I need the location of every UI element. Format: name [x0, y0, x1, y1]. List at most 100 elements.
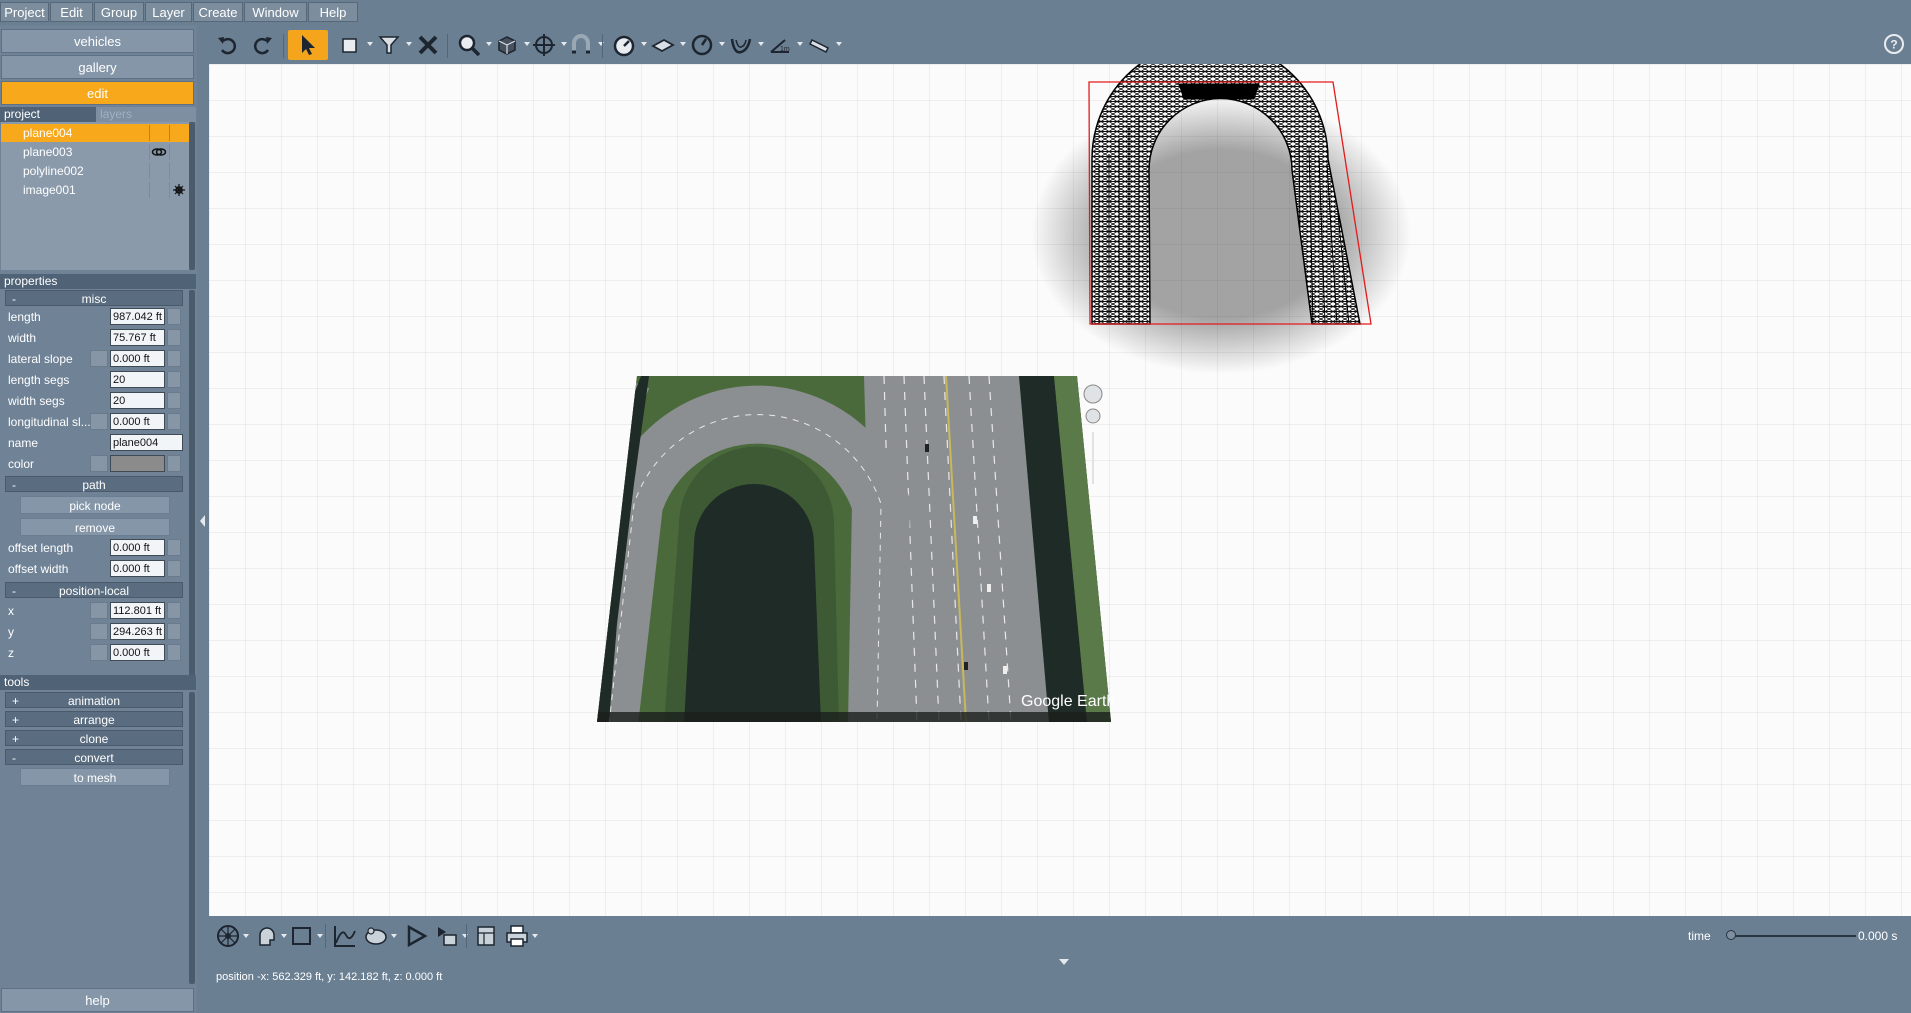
vehicles-button[interactable]: vehicles	[1, 29, 194, 53]
position-local-section[interactable]: - position-local	[5, 582, 183, 598]
measure-button[interactable]	[609, 30, 647, 60]
delete-button[interactable]	[413, 30, 443, 60]
width-spinner[interactable]	[167, 329, 181, 346]
longitudinal-slope-toggle[interactable]	[90, 413, 108, 430]
tools-scrollbar[interactable]	[189, 692, 195, 984]
main-toolbar: 1m	[207, 26, 1911, 64]
3d-viewport[interactable]: Google Earth	[209, 64, 1911, 916]
select-tool-button[interactable]	[288, 30, 328, 60]
render-mode-button[interactable]	[213, 922, 249, 950]
animation-section[interactable]: + animation	[5, 692, 183, 708]
offset-length-spinner[interactable]	[167, 539, 181, 556]
menu-help[interactable]: Help	[308, 2, 358, 22]
y-field[interactable]: 294.263 ft	[110, 623, 165, 640]
x-field[interactable]: 112.801 ft	[110, 602, 165, 619]
lateral-slope-field[interactable]: 0.000 ft	[110, 350, 165, 367]
x-label: x	[8, 604, 14, 618]
offset-width-field[interactable]: 0.000 ft	[110, 560, 165, 577]
length-segs-field[interactable]: 20	[110, 371, 165, 388]
rectangle-select-button[interactable]	[335, 30, 373, 60]
lateral-slope-spinner[interactable]	[167, 350, 181, 367]
layout-button[interactable]	[471, 922, 501, 950]
tab-project[interactable]: project	[0, 107, 96, 122]
move-button[interactable]	[529, 30, 567, 60]
to-mesh-button[interactable]: to mesh	[20, 768, 170, 786]
color-toggle[interactable]	[90, 455, 108, 472]
tree-item-image001[interactable]: image001	[1, 181, 189, 199]
view-frame-button[interactable]	[287, 922, 323, 950]
pick-node-button[interactable]: pick node	[20, 496, 170, 514]
clone-section[interactable]: + clone	[5, 730, 183, 746]
status-toggle-icon[interactable]	[1057, 957, 1071, 967]
menu-group[interactable]: Group	[94, 2, 144, 22]
z-spinner[interactable]	[167, 644, 181, 661]
x-toggle[interactable]	[90, 602, 108, 619]
offset-length-field[interactable]: 0.000 ft	[110, 539, 165, 556]
length-segs-spinner[interactable]	[167, 371, 181, 388]
gallery-button[interactable]: gallery	[1, 55, 194, 79]
gear-icon[interactable]	[170, 182, 188, 198]
y-toggle[interactable]	[90, 623, 108, 640]
tree-item-plane003[interactable]: plane003	[1, 143, 189, 161]
properties-scrollbar[interactable]	[189, 290, 195, 690]
width-label: width	[8, 331, 37, 345]
play-button[interactable]	[401, 922, 431, 950]
time-slider-knob[interactable]	[1726, 930, 1736, 940]
path-section[interactable]: - path	[5, 476, 183, 492]
help-button[interactable]: help	[1, 988, 194, 1012]
image001-aerial[interactable]: Google Earth	[589, 374, 1119, 724]
plane-tool-button[interactable]	[648, 30, 686, 60]
print-button[interactable]	[502, 922, 538, 950]
longitudinal-slope-field[interactable]: 0.000 ft	[110, 413, 165, 430]
chain-icon[interactable]	[150, 144, 168, 160]
offset-width-spinner[interactable]	[167, 560, 181, 577]
dial-tool-button[interactable]	[687, 30, 725, 60]
redo-button[interactable]	[247, 30, 277, 60]
remove-button[interactable]: remove	[20, 518, 170, 536]
collapse-panel-arrow-icon[interactable]	[199, 508, 207, 534]
arrange-section[interactable]: + arrange	[5, 711, 183, 727]
tree-item-polyline002[interactable]: polyline002	[1, 162, 189, 180]
graph-button[interactable]	[330, 922, 360, 950]
camera-button[interactable]	[361, 922, 397, 950]
help-icon[interactable]: ?	[1883, 33, 1905, 55]
tree-item-plane004[interactable]: plane004	[1, 124, 189, 142]
menu-edit[interactable]: Edit	[50, 2, 93, 22]
menu-create[interactable]: Create	[193, 2, 243, 22]
name-field[interactable]: plane004	[110, 434, 183, 451]
ruler-tool-button[interactable]	[804, 30, 842, 60]
tree-item-label: image001	[23, 183, 76, 197]
width-segs-field[interactable]: 20	[110, 392, 165, 409]
length-spinner[interactable]	[167, 308, 181, 325]
curve-tool-button[interactable]	[726, 30, 764, 60]
y-spinner[interactable]	[167, 623, 181, 640]
driver-view-button[interactable]	[251, 922, 287, 950]
menu-project[interactable]: Project	[0, 2, 49, 22]
length-field[interactable]: 987.042 ft	[110, 308, 165, 325]
longitudinal-slope-spinner[interactable]	[167, 413, 181, 430]
filter-button[interactable]	[374, 30, 412, 60]
tab-layers[interactable]: layers	[96, 107, 196, 122]
snap-button[interactable]	[566, 30, 604, 60]
convert-section[interactable]: - convert	[5, 749, 183, 765]
x-spinner[interactable]	[167, 602, 181, 619]
zoom-button[interactable]	[454, 30, 492, 60]
lateral-slope-toggle[interactable]	[90, 350, 108, 367]
tree-scrollbar[interactable]	[189, 122, 195, 270]
z-toggle[interactable]	[90, 644, 108, 661]
box-view-button[interactable]	[492, 30, 530, 60]
menu-layer[interactable]: Layer	[145, 2, 192, 22]
color-spinner[interactable]	[167, 455, 181, 472]
edit-button[interactable]: edit	[1, 81, 194, 105]
width-segs-spinner[interactable]	[167, 392, 181, 409]
z-field[interactable]: 0.000 ft	[110, 644, 165, 661]
time-slider[interactable]	[1731, 935, 1856, 937]
record-button[interactable]	[432, 922, 468, 950]
color-swatch[interactable]	[110, 455, 165, 472]
undo-button[interactable]	[213, 30, 243, 60]
angle-tool-button[interactable]: 1m	[765, 30, 803, 60]
misc-section[interactable]: - misc	[5, 290, 183, 306]
menu-window[interactable]: Window	[244, 2, 307, 22]
width-field[interactable]: 75.767 ft	[110, 329, 165, 346]
toolbar-separator	[602, 34, 603, 58]
